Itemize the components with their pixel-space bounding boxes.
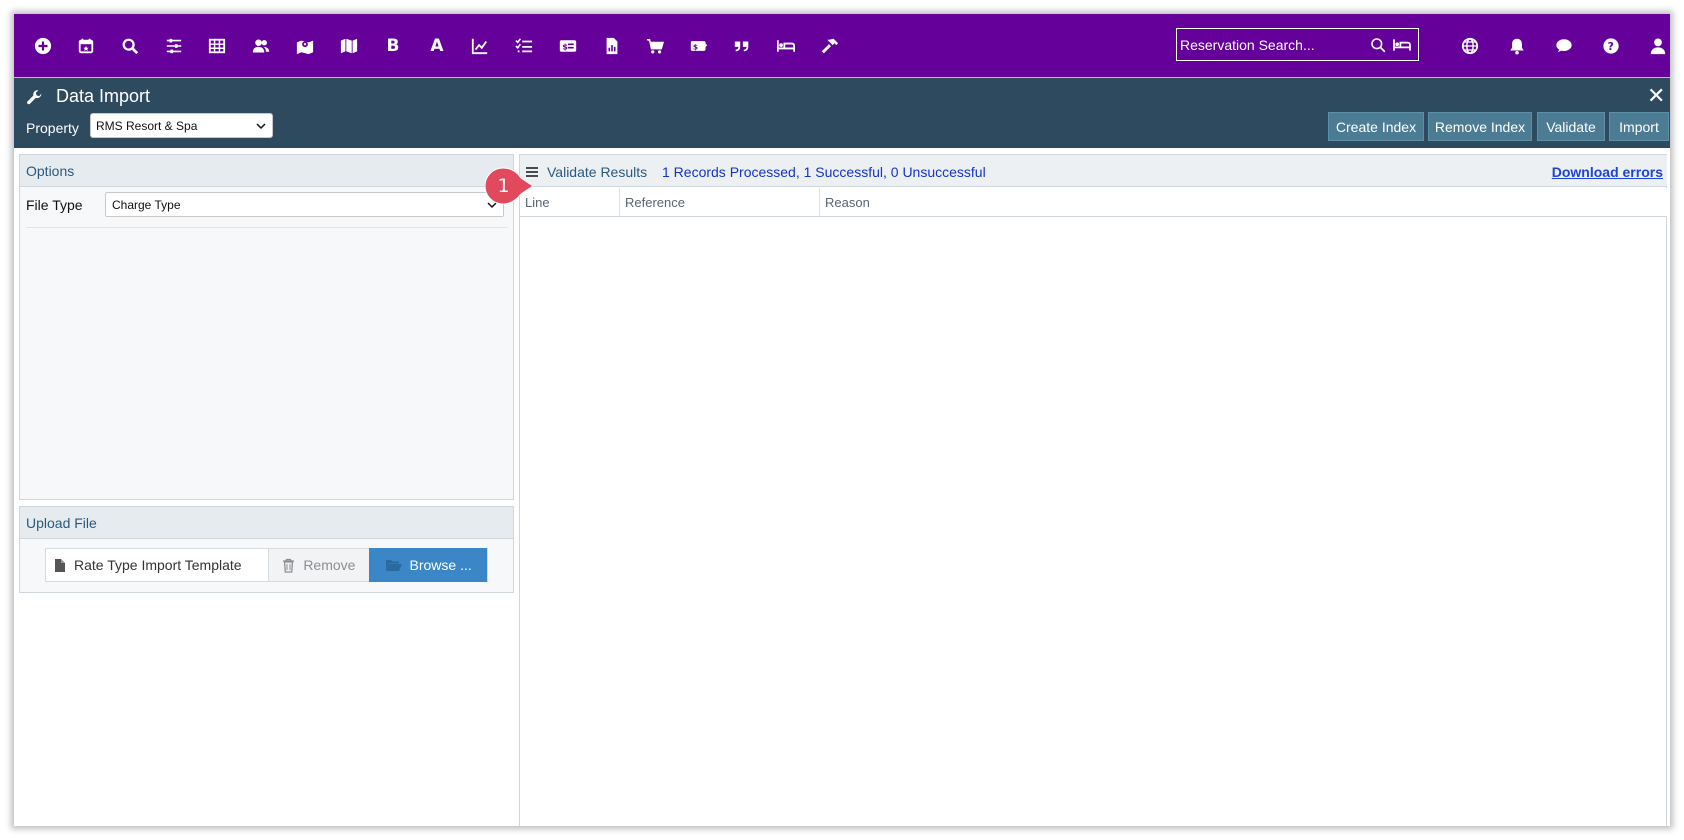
property-label: Property: [26, 120, 79, 136]
browse-label: Browse ...: [409, 557, 472, 573]
svg-text:$: $: [562, 41, 568, 51]
options-panel: Options File Type Charge Type: [19, 154, 514, 500]
close-icon[interactable]: ✕: [1647, 84, 1665, 109]
options-header: Options: [20, 155, 513, 187]
shopping-cart-icon[interactable]: [640, 31, 670, 61]
validate-button[interactable]: Validate: [1537, 112, 1605, 141]
page-title: Data Import: [56, 86, 151, 106]
file-type-select[interactable]: Charge Type: [105, 192, 504, 217]
checklist-icon[interactable]: [509, 31, 539, 61]
globe-icon[interactable]: [1455, 31, 1485, 61]
remove-file-button[interactable]: Remove: [267, 549, 370, 581]
users-icon[interactable]: [246, 31, 276, 61]
options-divider: [26, 227, 508, 228]
grid-icon[interactable]: [202, 31, 232, 61]
results-header: Validate Results 1 Records Processed, 1 …: [520, 155, 1667, 187]
app-window: B A $ $ Reservation Search... ? Data Imp…: [14, 14, 1670, 826]
trash-icon: [283, 558, 295, 573]
bold-b-icon[interactable]: B: [378, 31, 408, 61]
payment-card-icon[interactable]: $: [684, 31, 714, 61]
property-select[interactable]: RMS Resort & Spa: [90, 113, 273, 138]
user-icon[interactable]: [1643, 31, 1670, 61]
add-circle-icon[interactable]: [28, 31, 58, 61]
id-card-icon[interactable]: $: [553, 31, 583, 61]
report-file-icon[interactable]: [597, 31, 627, 61]
file-icon: [55, 558, 65, 572]
bell-icon[interactable]: [1502, 31, 1532, 61]
download-errors-link[interactable]: Download errors: [1552, 164, 1663, 180]
remove-file-label: Remove: [303, 557, 356, 573]
title-bar: Data Import ✕ Property RMS Resort & Spa …: [14, 78, 1670, 148]
column-header-line[interactable]: Line: [520, 188, 620, 216]
bed-icon[interactable]: [1392, 37, 1412, 53]
column-header-reason[interactable]: Reason: [820, 188, 1667, 216]
chevron-down-icon: [256, 123, 266, 130]
letter-a-icon[interactable]: A: [422, 31, 452, 61]
line-chart-icon[interactable]: [465, 31, 495, 61]
column-header-reference[interactable]: Reference: [620, 188, 820, 216]
validate-results-panel: Validate Results 1 Records Processed, 1 …: [519, 154, 1667, 826]
svg-text:$: $: [693, 42, 698, 51]
upload-file-panel: Upload File Rate Type Import Template Re…: [19, 506, 514, 593]
wrench-icon: [26, 89, 43, 111]
hammer-icon[interactable]: [815, 31, 845, 61]
folder-open-icon: [385, 560, 402, 571]
results-summary: 1 Records Processed, 1 Successful, 0 Uns…: [662, 164, 986, 180]
map-icon[interactable]: [334, 31, 364, 61]
property-select-value: RMS Resort & Spa: [96, 118, 198, 133]
reservation-search: [1176, 28, 1419, 61]
upload-file-header: Upload File: [20, 507, 513, 539]
help-icon[interactable]: ?: [1596, 31, 1626, 61]
remove-index-button[interactable]: Remove Index: [1428, 112, 1532, 141]
selected-file-box: Rate Type Import Template: [46, 549, 268, 581]
selected-file-name: Rate Type Import Template: [74, 557, 242, 573]
chat-icon[interactable]: [1549, 31, 1579, 61]
create-index-button[interactable]: Create Index: [1328, 112, 1424, 141]
sliders-icon[interactable]: [159, 31, 189, 61]
file-type-label: File Type: [26, 197, 83, 213]
top-nav-bar: B A $ $ Reservation Search... ?: [14, 14, 1670, 77]
search-icon[interactable]: [1370, 37, 1386, 53]
quote-icon[interactable]: [727, 31, 757, 61]
bed-icon[interactable]: [771, 31, 801, 61]
results-title: Validate Results: [547, 164, 648, 180]
svg-text:?: ?: [1608, 40, 1614, 53]
browse-button[interactable]: Browse ...: [369, 548, 487, 582]
map-pin-icon[interactable]: [290, 31, 320, 61]
upload-file-row: Rate Type Import Template Remove Browse …: [45, 548, 488, 582]
reservation-search-input[interactable]: [1177, 36, 1367, 53]
import-button[interactable]: Import: [1609, 112, 1669, 141]
calendar-icon[interactable]: [71, 31, 101, 61]
file-type-select-value: Charge Type: [112, 197, 181, 212]
results-table-header: Line Reference Reason: [520, 188, 1667, 217]
search-icon[interactable]: [115, 31, 145, 61]
step-marker-number: 1: [497, 175, 510, 197]
